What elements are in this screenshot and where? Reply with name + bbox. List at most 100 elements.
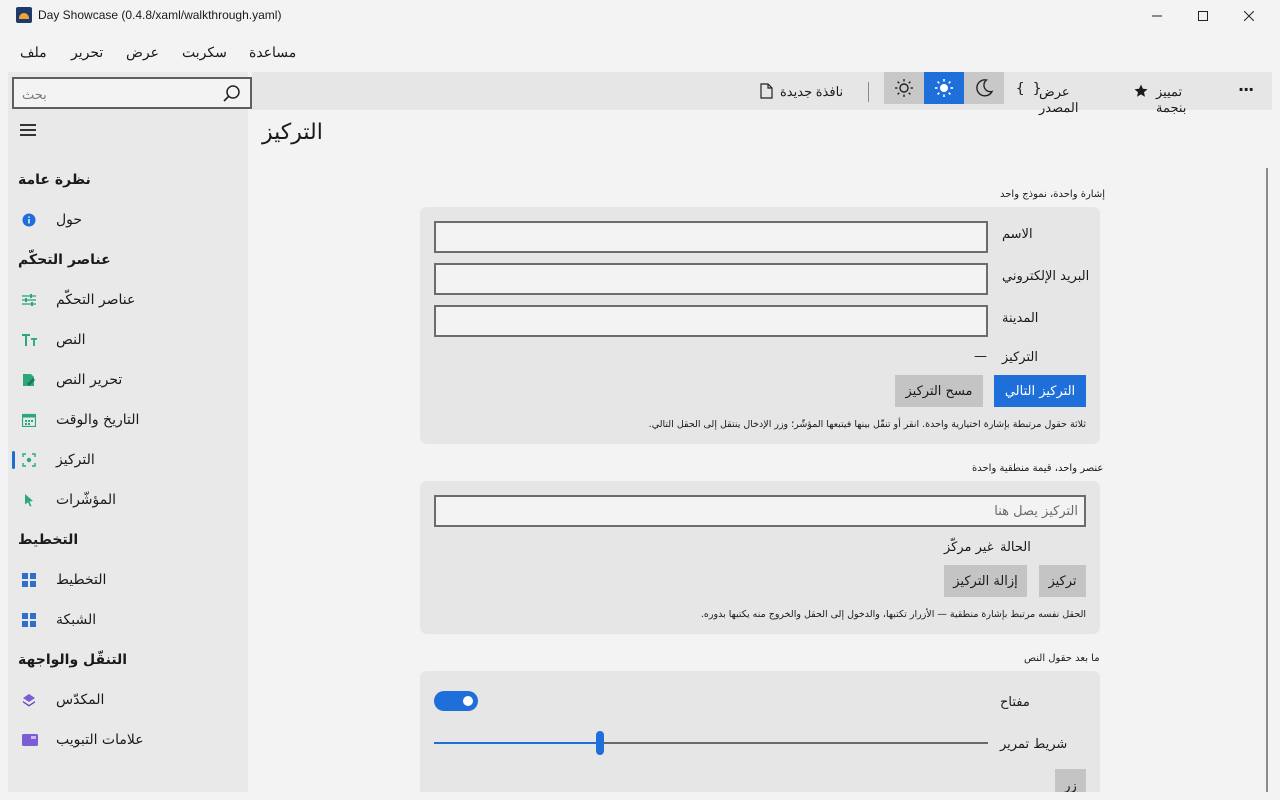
sidebar-item-label: النص	[56, 332, 86, 348]
menu-bar: ملف تحرير عرض سكربت مساعدة	[0, 32, 1280, 72]
more-options-icon: ···	[1238, 80, 1254, 99]
cursor-icon	[25, 494, 33, 507]
minimize-button[interactable]	[1134, 0, 1180, 32]
state-value: غير مركّز	[944, 540, 994, 555]
grid-icon	[22, 613, 36, 627]
sidebar-item-label: التخطيط	[56, 572, 107, 588]
group2-note: الحقل نفسه مرتبط بإشارة منطقية — الأزرار…	[700, 609, 1086, 620]
nav-section-navigation: التنقّل والواجهة	[18, 652, 128, 668]
partial-button[interactable]: زر	[1055, 769, 1086, 792]
theme-light-button[interactable]	[884, 72, 924, 104]
new-window-button[interactable]: نافذة جديدة	[756, 72, 848, 110]
title-bar: Day Showcase (0.4.8/xaml/walkthrough.yam…	[0, 0, 1280, 32]
menu-view[interactable]: عرض	[126, 44, 159, 61]
group3-caption: ما بعد حقول النص	[1024, 653, 1100, 664]
name-input[interactable]	[436, 223, 986, 251]
sidebar-item-label: المؤشّرات	[56, 492, 117, 508]
layers-icon	[23, 694, 35, 707]
blur-button[interactable]: إزالة التركيز	[944, 565, 1027, 597]
hamburger-menu-icon[interactable]	[20, 124, 36, 136]
sidebar-item-label: الشبكة	[56, 612, 97, 628]
sidebar-item-stack[interactable]: المكدّس	[12, 682, 244, 718]
sidebar-item-controls[interactable]: عناصر التحكّم	[12, 282, 244, 318]
search-icon[interactable]	[222, 84, 242, 104]
sidebar-item-label: حول	[56, 212, 83, 228]
search-box[interactable]	[12, 77, 252, 109]
sidebar-item-tabs[interactable]: علامات التبويب	[12, 722, 244, 758]
more-options-button[interactable]: ···	[1232, 72, 1262, 110]
sidebar-item-edit-text[interactable]: تحرير النص	[12, 362, 244, 398]
name-field[interactable]	[434, 221, 988, 253]
toggle-switch[interactable]	[434, 691, 478, 711]
clear-focus-button[interactable]: مسح التركيز	[895, 375, 983, 407]
group3-card	[420, 671, 1100, 800]
sidebar-item-layout[interactable]: التخطيط	[12, 562, 244, 598]
nav-section-layout: التخطيط	[18, 532, 79, 548]
sidebar-item-focus[interactable]: التركيز	[12, 442, 244, 478]
menu-file[interactable]: ملف	[20, 44, 47, 61]
sidebar-item-label: المكدّس	[56, 692, 105, 708]
sidebar-item-grid[interactable]: الشبكة	[12, 602, 244, 638]
sidebar-item-about[interactable]: حول	[12, 202, 244, 238]
focus-value: —	[974, 349, 987, 364]
window-title: Day Showcase (0.4.8/xaml/walkthrough.yam…	[38, 8, 282, 22]
layout-icon	[22, 573, 36, 587]
city-input[interactable]	[436, 307, 986, 335]
theme-dark-button[interactable]	[964, 72, 1004, 104]
city-field[interactable]	[434, 305, 988, 337]
focus-target-field[interactable]	[434, 495, 1086, 527]
slider-label: شريط تمرير	[1000, 737, 1068, 752]
page-title: التركيز	[262, 120, 323, 145]
menu-script[interactable]: سكربت	[182, 44, 227, 61]
sidebar-item-text[interactable]: النص	[12, 322, 244, 358]
code-braces-icon: { }	[1016, 81, 1042, 97]
vertical-scrollbar[interactable]	[1266, 168, 1268, 792]
toolbar: ··· تمييز بنجمة عرض المصدر { } نافذة جدي…	[252, 72, 1272, 115]
new-window-label: نافذة جديدة	[780, 84, 844, 99]
close-button[interactable]	[1226, 0, 1272, 32]
theme-auto-button[interactable]	[924, 72, 964, 104]
slider-thumb[interactable]	[596, 731, 604, 755]
app-logo-icon	[16, 7, 32, 23]
next-focus-button[interactable]: التركيز التالي	[994, 375, 1086, 407]
view-source-button[interactable]: عرض المصدر { }	[1012, 72, 1112, 115]
text-icon	[22, 334, 37, 346]
focus-button[interactable]: تركيز	[1039, 565, 1086, 597]
document-icon	[760, 83, 773, 99]
focus-icon	[22, 453, 36, 467]
group1-caption: إشارة واحدة، نموذج واحد	[1000, 189, 1105, 200]
slider-fill	[434, 742, 600, 744]
maximize-icon	[1198, 11, 1208, 21]
close-icon	[1244, 11, 1254, 21]
view-source-label: عرض المصدر	[1039, 84, 1079, 115]
email-input[interactable]	[436, 265, 986, 293]
sidebar-item-date-time[interactable]: التاريخ والوقت	[12, 402, 244, 438]
edit-text-icon	[23, 374, 35, 386]
minimize-icon	[1152, 15, 1162, 17]
nav-section-controls: عناصر التحكّم	[18, 252, 111, 268]
email-field[interactable]	[434, 263, 988, 295]
name-label: الاسم	[1002, 227, 1033, 242]
city-label: المدينة	[1002, 311, 1039, 326]
bookmark-button[interactable]: تمييز بنجمة	[1130, 72, 1216, 115]
sidebar-item-cursors[interactable]: المؤشّرات	[12, 482, 244, 518]
sidebar-item-label: التاريخ والوقت	[56, 412, 140, 428]
info-icon	[22, 213, 36, 227]
menu-help[interactable]: مساعدة	[249, 44, 296, 61]
moon-icon	[976, 79, 994, 97]
slider-track[interactable]	[434, 742, 988, 744]
menu-edit[interactable]: تحرير	[71, 44, 103, 61]
window-bottom-edge	[0, 792, 1280, 800]
nav-section-overview: نظرة عامة	[18, 172, 91, 188]
tabs-icon	[22, 734, 38, 746]
sidebar-item-label: تحرير النص	[56, 372, 123, 388]
sun-icon	[935, 79, 953, 97]
maximize-button[interactable]	[1180, 0, 1226, 32]
calendar-icon	[22, 413, 36, 427]
state-label: الحالة	[1000, 540, 1031, 555]
sidebar-item-label: عناصر التحكّم	[56, 292, 136, 308]
search-input[interactable]	[22, 85, 202, 103]
group1-note: ثلاثة حقول مرتبطة بإشارة اختيارية واحدة.…	[648, 419, 1086, 430]
sidebar-item-label: التركيز	[56, 452, 95, 468]
focus-target-input[interactable]	[436, 497, 1084, 525]
